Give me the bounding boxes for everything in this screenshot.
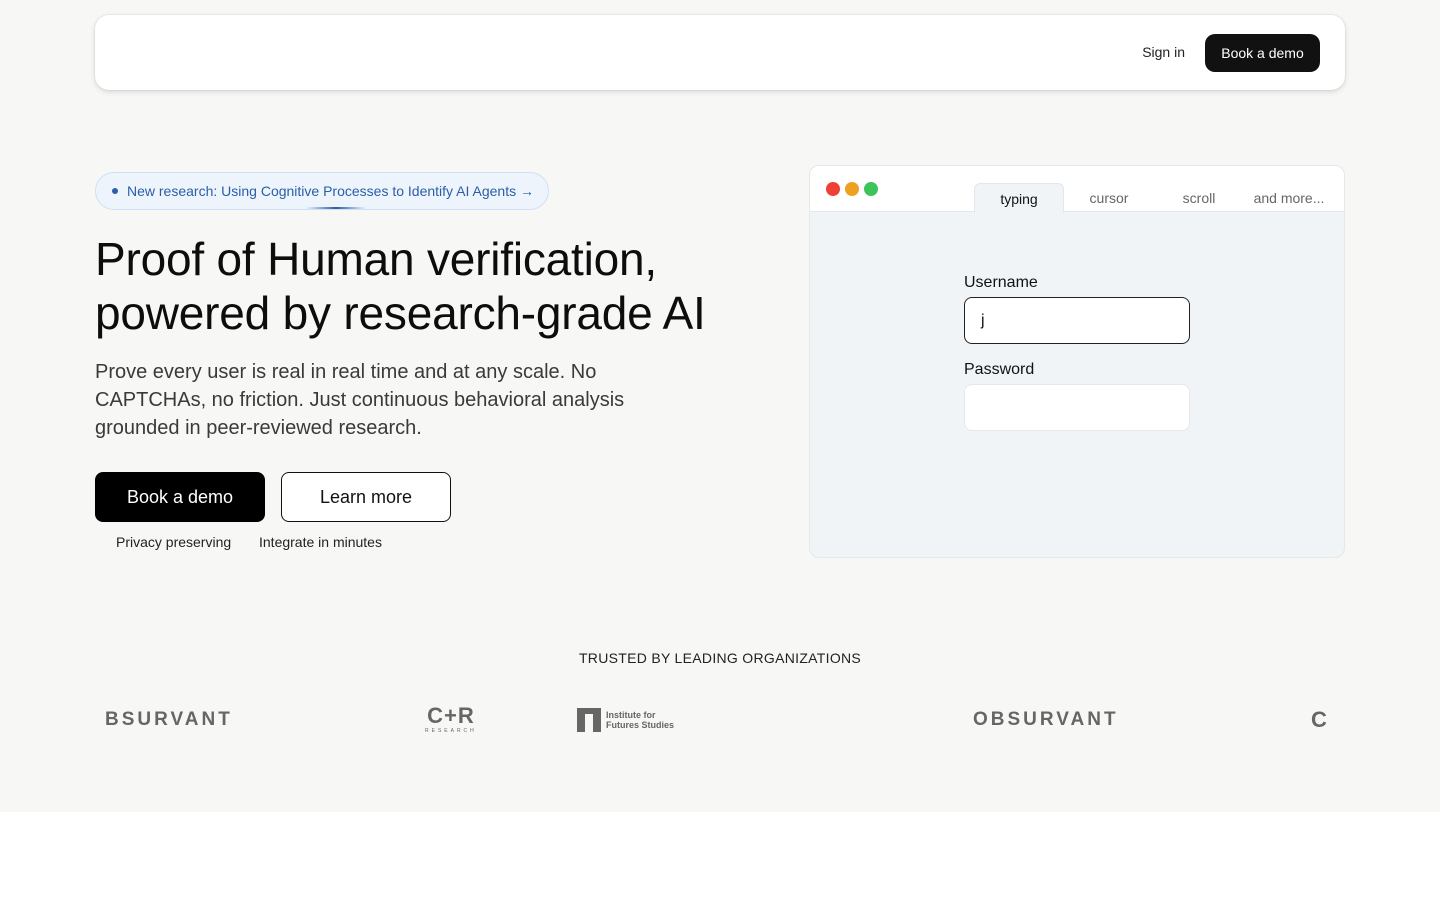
tab-scroll[interactable]: scroll [1154,183,1244,213]
username-label: Username [964,274,1038,291]
institute-futures-studies-logo: Institute for Futures Studies [577,690,674,750]
institute-logo-text: Institute for Futures Studies [606,710,674,730]
logo-carousel: BSURVANT C+R RESEARCH Institute for Futu… [95,690,1345,750]
password-label: Password [964,361,1035,378]
minimize-dot-icon [845,182,859,196]
trusted-heading: TRUSTED BY LEADING ORGANIZATIONS [578,650,862,666]
hero-title-line-2: powered by research-grade AI [95,287,706,339]
observant-logo: OBSURVANT [973,709,1119,730]
tab-and-more[interactable]: and more... [1244,183,1334,213]
hero-title: Proof of Human verification, powered by … [95,232,775,340]
demo-window-titlebar: typing cursor scroll and more... [810,166,1344,213]
pill-glow-decoration [306,207,366,209]
hero-subtitle: Prove every user is real in real time an… [95,361,625,439]
cr-research-logo-sub: RESEARCH [425,728,477,734]
password-field[interactable] [964,384,1190,431]
top-navbar: Sign in Book a demo [95,15,1345,90]
feature-privacy-preserving: Privacy preserving [116,534,232,550]
tab-cursor[interactable]: cursor [1064,183,1154,213]
research-announcement-text: New research: Using Cognitive Processes … [127,183,534,199]
nav-book-demo-button[interactable]: Book a demo [1205,34,1320,72]
demo-window: typing cursor scroll and more... Usernam… [809,165,1345,558]
username-field[interactable]: j [964,297,1190,344]
maximize-dot-icon [864,182,878,196]
sign-in-link[interactable]: Sign in [1142,44,1185,60]
cr-research-logo-mark: C+R [427,703,475,728]
close-dot-icon [826,182,840,196]
tab-typing[interactable]: typing [974,183,1064,213]
feature-integrate-in-minutes: Integrate in minutes [259,534,382,550]
cr-research-logo: C [1311,707,1327,732]
cr-research-logo: C+R RESEARCH [425,690,477,750]
institute-logo-icon [577,708,601,732]
learn-more-button[interactable]: Learn more [281,472,451,522]
hero-title-line-1: Proof of Human verification, [95,233,657,285]
bullet-dot-icon [112,188,118,194]
observant-logo: BSURVANT [105,709,233,730]
book-demo-button[interactable]: Book a demo [95,472,265,522]
research-announcement-pill[interactable]: New research: Using Cognitive Processes … [95,172,549,210]
institute-logo-line-1: Institute for [606,710,656,720]
next-section [0,812,1440,900]
institute-logo-line-2: Futures Studies [606,720,675,730]
